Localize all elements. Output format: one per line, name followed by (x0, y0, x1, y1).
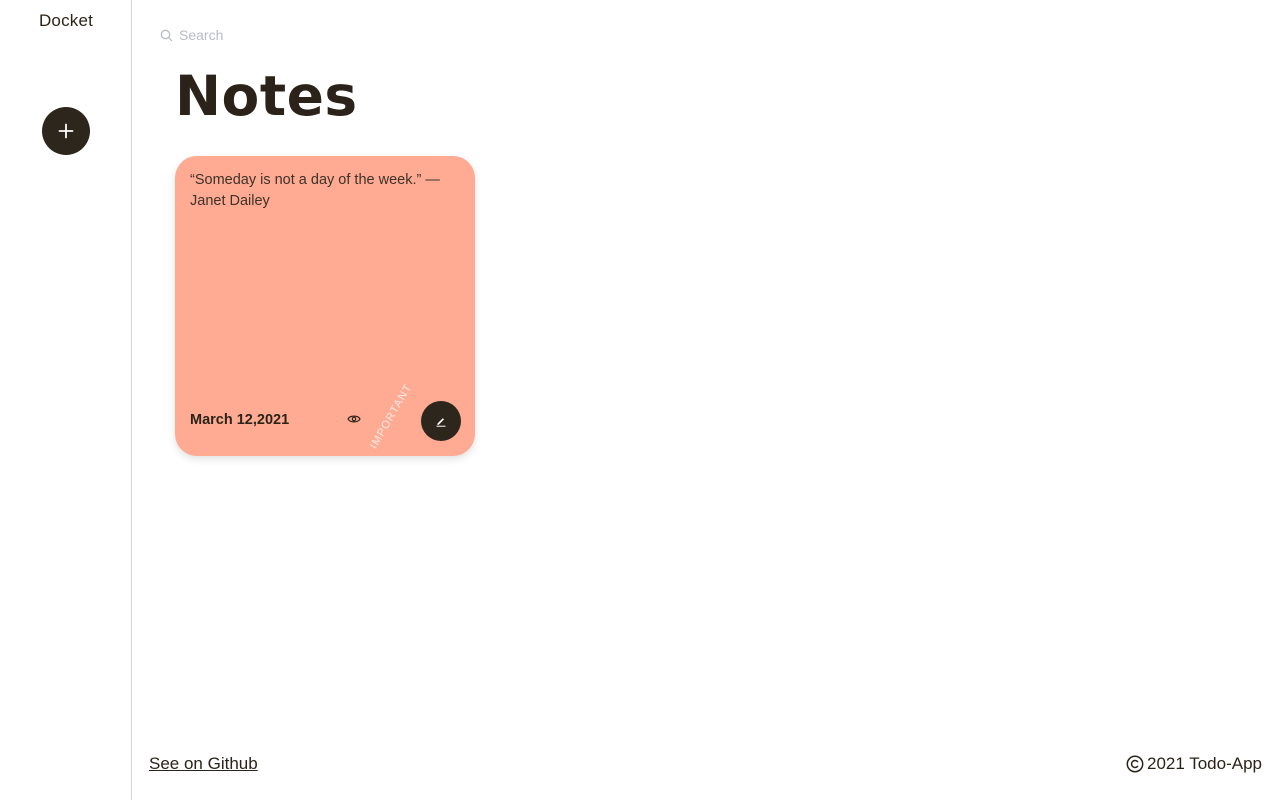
note-card[interactable]: “Someday is not a day of the week.” — Ja… (175, 156, 475, 456)
pencil-icon (436, 418, 446, 427)
copyright-text: 2021 Todo-App (1146, 754, 1262, 773)
github-link[interactable]: See on Github (149, 754, 258, 774)
page-title: Notes (175, 64, 358, 128)
plus-icon (58, 123, 74, 139)
footer-copyright: 2021 Todo-App (1126, 754, 1262, 774)
app-brand[interactable]: Docket (0, 11, 132, 31)
view-note-button[interactable] (347, 412, 361, 426)
note-text: “Someday is not a day of the week.” — Ja… (190, 172, 440, 209)
copyright-icon (1126, 755, 1144, 773)
add-note-button[interactable] (42, 107, 90, 155)
search-icon (160, 29, 173, 41)
eye-icon (347, 415, 361, 423)
note-date: March 12,2021 (190, 412, 290, 428)
edit-note-button[interactable] (421, 401, 461, 441)
search-bar (160, 25, 460, 45)
sidebar: Docket (0, 0, 132, 800)
search-input[interactable] (179, 27, 439, 43)
important-tag: IMPORTANT (367, 381, 415, 451)
